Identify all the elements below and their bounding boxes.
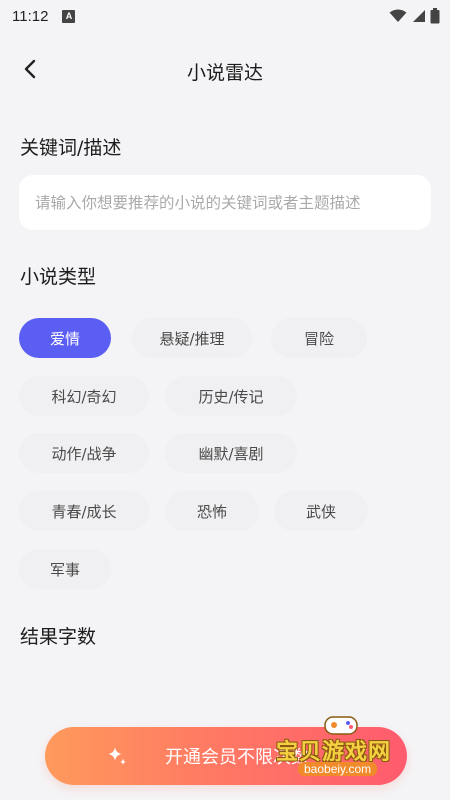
status-bar: 11:12 A bbox=[0, 0, 450, 32]
genre-chip-mystery[interactable]: 悬疑/推理 bbox=[132, 318, 252, 358]
sparkle-icon bbox=[108, 747, 126, 765]
wifi-icon bbox=[389, 9, 407, 22]
genre-chip-action[interactable]: 动作/战争 bbox=[19, 433, 149, 473]
genre-chip-wuxia[interactable]: 武侠 bbox=[274, 491, 368, 531]
genre-section-title: 小说类型 bbox=[20, 266, 97, 288]
keyword-section-title: 关键词/描述 bbox=[20, 137, 122, 159]
genre-chip-history[interactable]: 历史/传记 bbox=[165, 376, 297, 416]
watermark-url: baobeiy.com bbox=[298, 762, 378, 776]
genre-chip-comedy[interactable]: 幽默/喜剧 bbox=[165, 433, 297, 473]
app-header: 小说雷达 bbox=[0, 46, 450, 96]
site-watermark: 宝贝游戏网 baobeiy.com bbox=[272, 712, 432, 784]
page-title: 小说雷达 bbox=[186, 62, 263, 84]
keyword-input[interactable] bbox=[19, 175, 431, 230]
genre-chip-horror[interactable]: 恐怖 bbox=[165, 491, 259, 531]
signal-icon bbox=[413, 10, 425, 22]
genre-chip-scifi[interactable]: 科幻/奇幻 bbox=[19, 376, 149, 416]
genre-chip-adventure[interactable]: 冒险 bbox=[271, 318, 367, 358]
genre-chip-military[interactable]: 军事 bbox=[19, 549, 111, 589]
notification-icon: A bbox=[62, 9, 76, 23]
gamepad-icon bbox=[324, 716, 358, 735]
genre-chip-romance[interactable]: 爱情 bbox=[19, 318, 111, 358]
genre-chip-youth[interactable]: 青春/成长 bbox=[19, 491, 149, 531]
result-length-title: 结果字数 bbox=[20, 626, 97, 648]
status-time: 11:12 bbox=[12, 7, 49, 25]
status-indicators bbox=[389, 8, 440, 24]
battery-icon bbox=[430, 8, 440, 24]
